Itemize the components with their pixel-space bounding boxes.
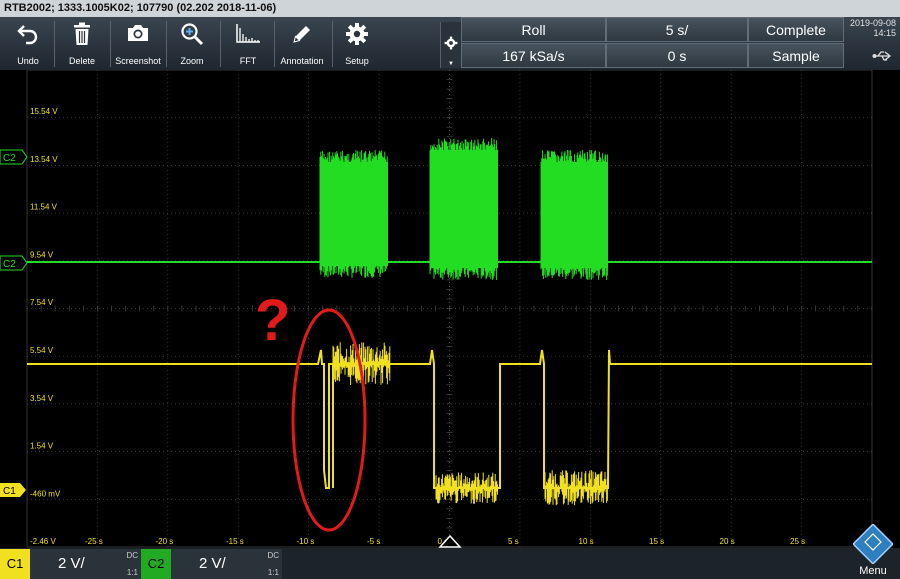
date: 2019-09-08 — [849, 18, 896, 28]
trash-icon — [74, 22, 90, 45]
channel-2-trace — [27, 138, 872, 280]
y-tick-label: 3.54 V — [30, 394, 54, 403]
camera-icon — [128, 25, 148, 41]
acq-mode-roll[interactable]: Roll — [461, 17, 606, 42]
c2-trigger-marker[interactable]: C2 — [0, 149, 28, 165]
pencil-icon — [293, 26, 310, 43]
undo-label: Undo — [17, 56, 39, 66]
time: 14:15 — [873, 28, 896, 38]
y-axis-labels: 15.54 V 13.54 V 11.54 V 9.54 V 7.54 V 5.54 V 3… — [30, 107, 61, 546]
screenshot-button[interactable]: Screenshot — [112, 17, 164, 70]
fft-button[interactable]: FFT — [226, 17, 270, 70]
y-tick-label: -460 mV — [30, 489, 61, 498]
x-tick-label: 5 s — [508, 537, 519, 546]
ch2-badge[interactable]: C2 — [141, 549, 171, 579]
x-tick-label: 10 s — [579, 537, 594, 546]
waveform-display[interactable]: 15.54 V 13.54 V 11.54 V 9.54 V 7.54 V 5.54 V 3… — [0, 70, 900, 548]
c1-offset-marker[interactable]: C1 — [0, 483, 26, 497]
fft-label: FFT — [239, 56, 257, 66]
x-tick-label: -20 s — [156, 537, 174, 546]
y-tick-label: -2.46 V — [30, 537, 56, 546]
ch1-settings[interactable]: 2 V/ DC 1:1 — [30, 549, 141, 579]
small-gear-icon — [444, 36, 458, 50]
ch2-scale: 2 V/ — [199, 555, 226, 572]
rohde-schwarz-logo-icon — [853, 524, 893, 564]
x-tick-label: -5 s — [367, 537, 380, 546]
ch1-badge[interactable]: C1 — [0, 549, 30, 579]
x-tick-label: 25 s — [790, 537, 805, 546]
timebase-value[interactable]: 5 s/ — [606, 17, 748, 42]
annotation-button[interactable]: Annotation — [276, 17, 328, 70]
screenshot-label: Screenshot — [115, 56, 161, 66]
ch2-settings[interactable]: 2 V/ DC 1:1 — [171, 549, 282, 579]
y-tick-label: 5.54 V — [30, 346, 54, 355]
delete-button[interactable]: Delete — [60, 17, 104, 70]
undo-button[interactable]: Undo — [6, 17, 50, 70]
gear-icon — [346, 23, 368, 45]
y-tick-label: 1.54 V — [30, 442, 54, 451]
channel-bar: C1 2 V/ DC 1:1 C2 2 V/ DC 1:1 — [0, 548, 900, 579]
y-tick-label: 13.54 V — [30, 155, 58, 164]
x-tick-label: 15 s — [649, 537, 664, 546]
delete-label: Delete — [68, 56, 95, 66]
x-tick-label: -15 s — [226, 537, 244, 546]
acquisition-mode[interactable]: Sample — [748, 43, 844, 68]
annotation-label: Annotation — [280, 56, 324, 66]
question-annotation: ? — [255, 288, 367, 532]
caret-down-icon: ▼ — [448, 61, 454, 67]
c2-offset-marker[interactable]: C2 — [0, 255, 28, 271]
y-tick-label: 7.54 V — [30, 298, 54, 307]
menu-button[interactable]: Menu — [850, 524, 896, 579]
fft-icon — [236, 24, 260, 43]
y-tick-label: 11.54 V — [30, 203, 58, 212]
sample-rate[interactable]: 167 kSa/s — [461, 43, 606, 68]
usb-icon — [872, 51, 892, 61]
menu-label: Menu — [859, 565, 887, 577]
zoom-label: Zoom — [180, 56, 204, 66]
x-tick-label: -10 s — [297, 537, 315, 546]
question-mark: ? — [255, 288, 290, 353]
y-tick-label: 15.54 V — [30, 107, 58, 116]
setup-label: Setup — [345, 56, 369, 66]
x-tick-label: -25 s — [85, 537, 103, 546]
undo-icon — [17, 25, 38, 45]
acq-state[interactable]: Complete — [748, 17, 844, 42]
trigger-offset[interactable]: 0 s — [606, 43, 748, 68]
ch2-coupling: DC — [267, 551, 279, 560]
date-time: 2019-09-08 14:15 — [850, 18, 896, 38]
setup-button[interactable]: Setup — [336, 17, 378, 70]
ch1-ratio: 1:1 — [126, 568, 138, 577]
ch2-ratio: 1:1 — [267, 568, 279, 577]
zoom-button[interactable]: Zoom — [170, 17, 214, 70]
x-tick-label: 20 s — [720, 537, 735, 546]
c2-marker-label: C2 — [3, 259, 16, 270]
y-tick-label: 9.54 V — [30, 250, 54, 259]
zoom-icon — [181, 23, 204, 46]
window-title: RTB2002; 1333.1005K02; 107790 (02.202 20… — [0, 0, 900, 17]
ch1-scale: 2 V/ — [58, 555, 85, 572]
ch1-coupling: DC — [126, 551, 138, 560]
c2-trigger-label: C2 — [3, 153, 16, 164]
c1-marker-label: C1 — [3, 486, 16, 497]
quick-settings-button[interactable]: ▼ — [440, 22, 462, 68]
